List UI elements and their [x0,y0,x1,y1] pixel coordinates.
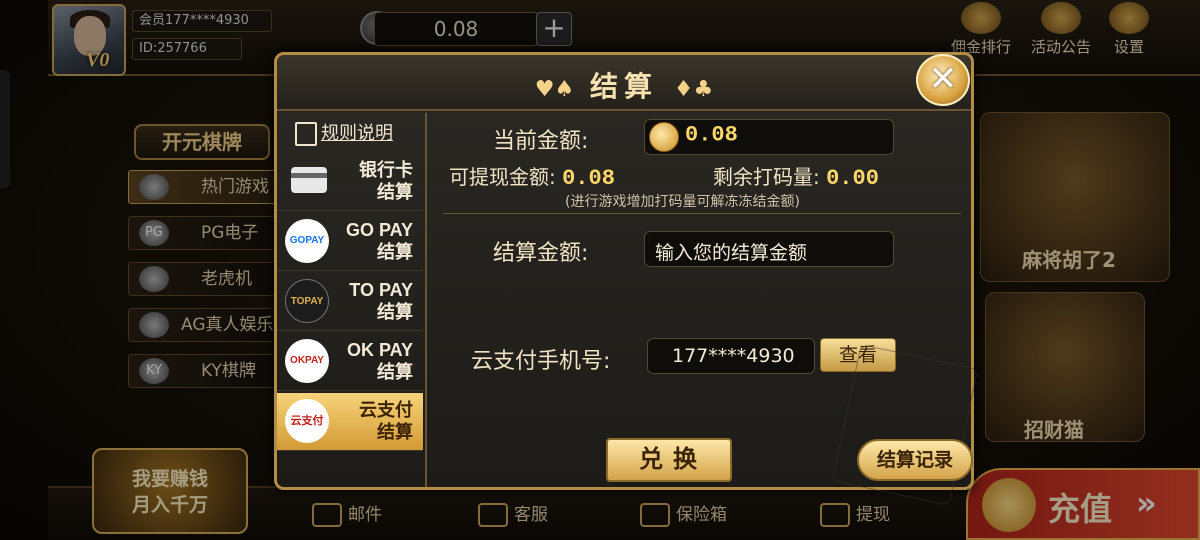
rules-link[interactable]: 规则说明 [295,119,393,146]
method-label: 云支付 结算 [359,399,413,443]
method-bank-card[interactable]: 银行卡 结算 [277,153,423,211]
dialog-header: ♥♠ 结算 ♦♣ [277,55,971,111]
method-name: 云支付 [359,400,413,420]
suit-right-icon: ♦♣ [673,77,714,102]
close-button[interactable]: ✕ [916,54,970,106]
okpay-icon: OKPAY [285,339,329,383]
gold-coin-icon [649,122,679,152]
settlement-records-button[interactable]: 结算记录 [857,439,973,481]
method-name: 银行卡 [359,160,413,180]
method-cloud-pay[interactable]: 云支付 云支付 结算 [277,393,423,451]
current-amount-field: 0.08 [644,119,894,155]
settle-amount-input[interactable]: 输入您的结算金额 [644,231,894,267]
topay-icon: TOPAY [285,279,329,323]
suit-left-icon: ♥♠ [534,77,575,102]
exchange-button[interactable]: 兑换 [606,438,732,482]
withdrawable-value: 0.08 [562,166,615,191]
divider [443,213,961,214]
document-icon [295,122,317,146]
method-label: 银行卡 结算 [359,159,413,203]
current-amount-label: 当前金额: [493,129,589,154]
method-name: OK PAY [346,340,413,360]
method-name: GO PAY [345,220,413,240]
method-sub: 结算 [377,242,413,262]
dialog-title: ♥♠ 结算 ♦♣ [277,65,971,105]
method-okpay[interactable]: OKPAY OK PAY 结算 [277,333,423,391]
method-sub: 结算 [377,422,413,442]
payment-method-list: 规则说明 银行卡 结算 GOPAY GO PAY 结算 TOPAY TO PAY… [277,113,427,487]
method-topay[interactable]: TOPAY TO PAY 结算 [277,273,423,331]
method-sub: 结算 [377,182,413,202]
method-gopay[interactable]: GOPAY GO PAY 结算 [277,213,423,271]
cloud-pay-phone-label: 云支付手机号: [471,349,611,374]
method-label: GO PAY 结算 [346,219,413,263]
dialog-title-text: 结算 [589,70,658,103]
method-label: OK PAY 结算 [347,339,413,383]
method-label: TO PAY 结算 [349,279,413,323]
remaining-wager-value: 0.00 [826,166,879,191]
withdrawable-label-text: 可提现金额: [449,165,556,189]
rules-label: 规则说明 [321,123,393,144]
cloud-pay-phone-value: 177****4930 [672,345,795,367]
cloud-pay-phone-field: 177****4930 [647,338,815,374]
remaining-wager-label-text: 剩余打码量: [713,165,820,189]
settle-amount-label: 结算金额: [493,241,589,266]
close-icon: ✕ [928,59,958,99]
withdrawable-label: 可提现金额: 0.08 [449,161,615,191]
settlement-dialog: ♥♠ 结算 ♦♣ 规则说明 银行卡 结算 GOPAY GO PAY 结算 TOP… [274,52,979,506]
current-amount-value: 0.08 [685,122,738,148]
bank-card-icon [291,167,327,193]
unfreeze-hint: (进行游戏增加打码量可解冻冻结金额) [565,194,800,210]
settle-amount-placeholder: 输入您的结算金额 [655,242,808,264]
method-sub: 结算 [377,362,413,382]
method-sub: 结算 [377,302,413,322]
cloud-pay-icon: 云支付 [285,399,329,443]
gopay-icon: GOPAY [285,219,329,263]
method-name: TO PAY [349,280,413,300]
remaining-wager-label: 剩余打码量: 0.00 [713,161,879,191]
